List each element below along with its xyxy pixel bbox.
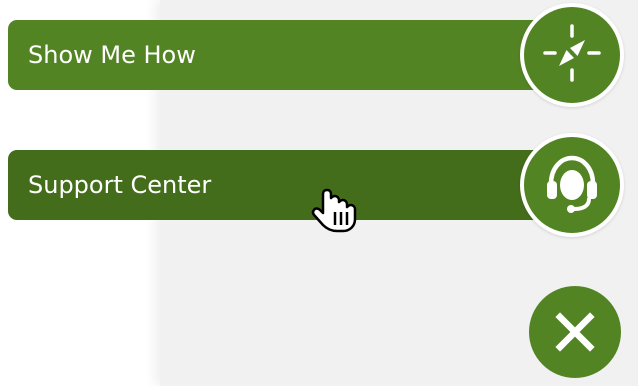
close-button[interactable] (529, 286, 621, 378)
support-center-icon-button[interactable] (520, 133, 624, 237)
headset-icon (537, 148, 607, 222)
hand-pointer-cursor-icon (305, 184, 365, 244)
compass-icon (539, 20, 605, 90)
close-icon (553, 310, 597, 354)
show-me-how-icon-button[interactable] (520, 3, 624, 107)
support-center-label: Support Center (28, 171, 212, 199)
show-me-how-label: Show Me How (28, 41, 196, 69)
support-center-button[interactable]: Support Center (8, 150, 556, 220)
show-me-how-button[interactable]: Show Me How (8, 20, 556, 90)
